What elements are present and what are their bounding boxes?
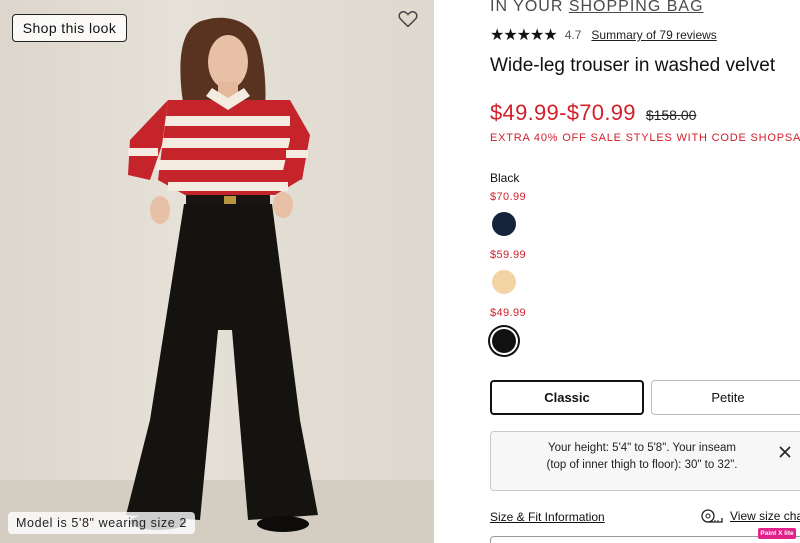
in-bag-prefix: IN YOUR [490,0,569,15]
fit-petite-button[interactable]: Petite [651,380,800,415]
color-swatch-beige[interactable] [492,270,516,294]
heart-outline-icon[interactable] [398,10,422,34]
product-image[interactable]: Shop this look Model is 5'8" wearing siz… [0,0,434,543]
swatch-price: $70.99 [490,191,527,203]
size-chart-label: View size char [730,509,800,523]
model-photo [0,17,434,543]
model-size-note: Model is 5'8" wearing size 2 [8,512,195,534]
shop-this-look-button[interactable]: Shop this look [12,14,127,42]
size-fit-info-link[interactable]: Size & Fit Information [490,510,605,524]
original-price: $158.00 [645,107,697,123]
rating-value: 4.7 [564,28,582,42]
paint-x-lite-badge[interactable]: Paint X lite [758,528,796,539]
promo-message: EXTRA 40% OFF SALE STYLES WITH CODE SHOP… [490,132,800,144]
price-row: $49.99-$70.99 $158.00 [490,100,696,126]
close-icon[interactable] [777,444,793,460]
sale-price-range: $49.99-$70.99 [490,100,636,125]
fit-classic-button[interactable]: Classic [490,380,644,415]
swatch-price: $59.99 [490,249,527,261]
color-swatch-black[interactable] [492,329,516,353]
selected-color-label: Black [490,171,520,185]
next-section-box [490,536,800,543]
rating-row: ★★★★★ 4.7 Summary of 79 reviews [490,25,717,45]
swatch-price: $49.99 [490,307,527,319]
reviews-summary-link[interactable]: Summary of 79 reviews [591,28,716,42]
color-swatch-navy[interactable] [492,212,516,236]
size-chart-link[interactable]: View size char [700,508,800,524]
in-bag-notice: IN YOUR SHOPPING BAG [490,0,704,16]
fit-note-line: Your height: 5'4" to 5'8". Your inseam [548,442,736,454]
star-rating-icon: ★★★★★ [490,27,558,44]
fit-note-line: (top of inner thigh to floor): 30" to 32… [546,459,738,471]
measuring-tape-icon [701,509,723,523]
shopping-bag-link[interactable]: SHOPPING BAG [569,0,704,15]
product-title: Wide-leg trouser in washed velvet [490,55,776,76]
fit-guidance-box: Your height: 5'4" to 5'8". Your inseam (… [490,431,800,491]
product-info-panel: IN YOUR SHOPPING BAG ★★★★★ 4.7 Summary o… [434,0,800,543]
